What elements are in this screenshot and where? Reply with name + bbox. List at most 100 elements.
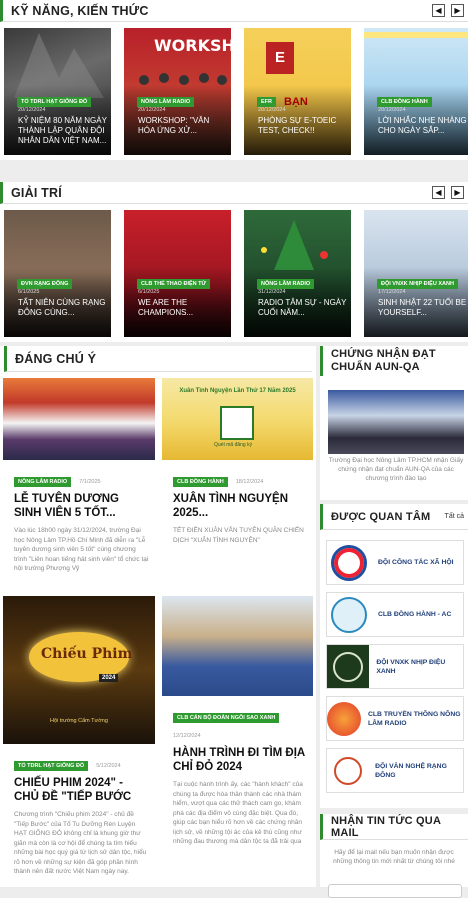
card-title: PHÒNG SỰ E-TOEIC TEST, CHECK!! xyxy=(258,116,337,135)
card-tag: ĐVN RẠNG ĐÔNG xyxy=(17,279,73,289)
next-arrow-icon[interactable]: ▶ xyxy=(451,186,464,199)
card-date: 31/12/2024 xyxy=(258,289,286,295)
entertainment-card[interactable]: ĐỘI VNXK NHỊP ĐIỆU XANH 17/12/2024 SINH … xyxy=(364,210,468,337)
next-arrow-icon[interactable]: ▶ xyxy=(451,4,464,17)
entertainment-section: GIẢI TRÍ ◀ ▶ ĐVN RẠNG ĐÔNG 6/1/2025 TẤT … xyxy=(0,182,468,342)
card-date: 6/1/2025 xyxy=(18,289,40,295)
aun-header: CHỨNG NHẬN ĐẠT CHUẨN AUN-QA xyxy=(320,346,468,376)
featured-header: ĐÁNG CHÚ Ý xyxy=(4,346,312,372)
card-tag: NÔNG LÂM RADIO xyxy=(137,97,195,107)
card-tag: CLB ĐỒNG HÀNH xyxy=(377,97,432,107)
card-date: 20/12/2024 xyxy=(258,107,286,113)
newsletter-section: NHẬN TIN TỨC QUA MAIL Hãy để lại mail nế… xyxy=(320,814,468,898)
ctxh-logo-icon xyxy=(327,541,371,584)
email-input[interactable] xyxy=(328,884,462,898)
nhip-dieu-xanh-logo-icon xyxy=(327,645,370,688)
card-title: LỜI NHẮC NHẸ NHÀNG CHO NGÀY SẮP... xyxy=(378,116,467,135)
featured-post[interactable]: CLB CÁN BỘ ĐOÀN NGÔI SAO XANH 12/12/2024… xyxy=(162,596,313,886)
aun-title: CHỨNG NHẬN ĐẠT CHUẨN AUN-QA xyxy=(331,348,436,373)
post-image-heading: Xuân Tình Nguyện Lần Thứ 17 Năm 2025 xyxy=(179,388,296,394)
post-image-qr-label: Quét mã đăng ký xyxy=(214,442,253,448)
popular-item-name: CLB TRUYỀN THÔNG NÔNG LÂM RADIO xyxy=(368,710,461,727)
skills-card[interactable]: E BẠN EFR 20/12/2024 PHÒNG SỰ E-TOEIC TE… xyxy=(244,28,351,155)
entertainment-header: GIẢI TRÍ ◀ ▶ xyxy=(0,182,468,204)
popular-item-name: ĐỘI VĂN NGHỆ RẠNG ĐÔNG xyxy=(375,762,447,779)
popular-item[interactable]: ĐỘI VĂN NGHỆ RẠNG ĐÔNG xyxy=(326,748,464,793)
entertainment-card[interactable]: ĐVN RẠNG ĐÔNG 6/1/2025 TẤT NIÊN CÙNG RẠN… xyxy=(4,210,111,337)
skills-title: KỸ NĂNG, KIẾN THỨC xyxy=(11,3,149,18)
post-tag: NÔNG LÂM RADIO xyxy=(14,477,72,487)
card-date: 17/12/2024 xyxy=(378,289,406,295)
post-title[interactable]: HÀNH TRÌNH ĐI TÌM ĐỊA CHỈ ĐỎ 2024 xyxy=(173,746,307,774)
card-tag: TỔ TDRL HẠT GIỐNG ĐỎ xyxy=(17,97,92,107)
post-date: 7/1/2025 xyxy=(79,479,101,485)
card-tag: NÔNG LÂM RADIO xyxy=(257,279,315,289)
aun-image[interactable] xyxy=(328,390,464,454)
rang-dong-logo-icon xyxy=(327,749,368,792)
newsletter-desc: Hãy để lại mail nếu bạn muốn nhận được n… xyxy=(333,849,455,865)
featured-title: ĐÁNG CHÚ Ý xyxy=(15,351,97,366)
post-date: 5/12/2024 xyxy=(96,763,121,769)
popular-item[interactable]: CLB TRUYỀN THÔNG NÔNG LÂM RADIO xyxy=(326,696,464,741)
aun-section: CHỨNG NHẬN ĐẠT CHUẨN AUN-QA Trường Đại h… xyxy=(320,346,468,500)
post-image: Chiếu Phim 2024 Hội trường Cẩm Tường xyxy=(3,596,155,744)
entertainment-title: GIẢI TRÍ xyxy=(11,185,62,200)
card-title: KỶ NIỆM 80 NĂM NGÀY THÀNH LẬP QUÂN ĐỘI N… xyxy=(18,116,107,145)
skills-card[interactable]: TỔ TDRL HẠT GIỐNG ĐỎ 20/12/2024 KỶ NIỆM … xyxy=(4,28,111,155)
prev-arrow-icon[interactable]: ◀ xyxy=(432,4,445,17)
skills-header: KỸ NĂNG, KIẾN THỨC ◀ ▶ xyxy=(0,0,468,22)
card-title: TẤT NIÊN CÙNG RẠNG ĐÔNG CÙNG... xyxy=(18,298,106,317)
post-excerpt: Chương trình "Chiếu phim 2024" - chủ đề … xyxy=(14,811,147,875)
post-excerpt: Tại cuộc hành trình ấy, các "hành khách"… xyxy=(173,781,303,845)
popular-item-name: ĐỘI CÔNG TÁC XÃ HỘI xyxy=(378,559,454,566)
post-image-headline: Chiếu Phim xyxy=(41,646,133,662)
card-tag: CLB THỂ THAO ĐIỆN TỬ xyxy=(137,279,211,289)
skills-section: KỸ NĂNG, KIẾN THỨC ◀ ▶ TỔ TDRL HẠT GIỐNG… xyxy=(0,0,468,160)
post-tag: CLB ĐỒNG HÀNH xyxy=(173,477,228,487)
prev-arrow-icon[interactable]: ◀ xyxy=(432,186,445,199)
aun-caption: Trường Đại học Nông Lâm TP.HCM nhận Giấy… xyxy=(328,457,464,482)
card-date: 20/12/2024 xyxy=(378,107,406,113)
popular-item[interactable]: CLB ĐỒNG HÀNH - AC xyxy=(326,592,464,637)
post-title[interactable]: LỄ TUYÊN DƯƠNG SINH VIÊN 5 TỐT... xyxy=(14,492,149,520)
post-title[interactable]: XUÂN TÌNH NGUYỆN 2025... xyxy=(173,492,307,520)
post-title[interactable]: CHIẾU PHIM 2024" - CHỦ ĐỀ "TIẾP BƯỚC xyxy=(14,776,149,804)
popular-item-name: CLB ĐỒNG HÀNH - AC xyxy=(378,611,452,618)
card-tag: ĐỘI VNXK NHỊP ĐIỆU XANH xyxy=(377,279,458,289)
card-date: 20/12/2024 xyxy=(138,107,166,113)
featured-section: ĐÁNG CHÚ Ý NÔNG LÂM RADIO 7/1/2025 LỄ TUY… xyxy=(0,346,316,887)
featured-post[interactable]: NÔNG LÂM RADIO 7/1/2025 LỄ TUYÊN DƯƠNG SI… xyxy=(3,378,155,583)
entertainment-card[interactable]: NÔNG LÂM RADIO 31/12/2024 RADIO TÂM SỰ -… xyxy=(244,210,351,337)
newsletter-title: NHẬN TIN TỨC QUA MAIL xyxy=(331,814,441,839)
post-date: 12/12/2024 xyxy=(173,733,201,739)
post-image-venue: Hội trường Cẩm Tường xyxy=(50,718,108,724)
card-tag: EFR xyxy=(257,97,276,107)
newsletter-header: NHẬN TIN TỨC QUA MAIL xyxy=(320,814,468,840)
post-image xyxy=(162,596,313,696)
post-date: 18/12/2024 xyxy=(235,479,264,485)
popular-item[interactable]: ĐỘI CÔNG TÁC XÃ HỘI xyxy=(326,540,464,585)
card-title: WE ARE THE CHAMPIONS... xyxy=(138,298,194,317)
see-all-link[interactable]: Tất cả xyxy=(445,513,464,520)
popular-header: ĐƯỢC QUAN TÂM Tất cả xyxy=(320,504,468,530)
featured-post[interactable]: Xuân Tình Nguyện Lần Thứ 17 Năm 2025 Qué… xyxy=(162,378,313,583)
post-excerpt: Vào lúc 18h00 ngày 31/12/2024, trường Đạ… xyxy=(14,527,149,572)
popular-item[interactable]: ĐỘI VNXK NHỊP ĐIỆU XANH xyxy=(326,644,464,689)
post-tag: TỔ TDRL HẠT GIỐNG ĐỎ xyxy=(14,761,89,771)
skills-card[interactable]: WORKSHO NÔNG LÂM RADIO 20/12/2024 WORKSH… xyxy=(124,28,231,155)
skills-card[interactable]: CLB ĐỒNG HÀNH 20/12/2024 LỜI NHẮC NHẸ NH… xyxy=(364,28,468,155)
dong-hanh-logo-icon xyxy=(327,593,371,636)
post-image xyxy=(3,378,155,460)
card-date: 20/12/2024 xyxy=(18,107,46,113)
card-title: RADIO TÂM SỰ - NGÀY CUỐI NĂM... xyxy=(258,298,347,317)
entertainment-card[interactable]: CLB THỂ THAO ĐIỆN TỬ 6/1/2025 WE ARE THE… xyxy=(124,210,231,337)
card-title: WORKSHOP: "VĂN HÓA ỨNG XỬ... xyxy=(138,116,210,135)
post-excerpt: TẾT ĐIỀN XUÂN VẪN TUYÊN QUÂN CHIẾN DỊCH … xyxy=(173,527,304,544)
popular-title: ĐƯỢC QUAN TÂM xyxy=(331,510,431,523)
card-date: 6/1/2025 xyxy=(138,289,160,295)
post-image: Xuân Tình Nguyện Lần Thứ 17 Năm 2025 Qué… xyxy=(162,378,313,460)
popular-item-name: ĐỘI VNXK NHỊP ĐIỆU XANH xyxy=(376,658,446,675)
post-image-year: 2024 xyxy=(99,674,119,682)
featured-post[interactable]: Chiếu Phim 2024 Hội trường Cẩm Tường TỔ … xyxy=(3,596,155,886)
card-title: SINH NHẬT 22 TUỔI BE YOURSELF... xyxy=(378,298,467,317)
